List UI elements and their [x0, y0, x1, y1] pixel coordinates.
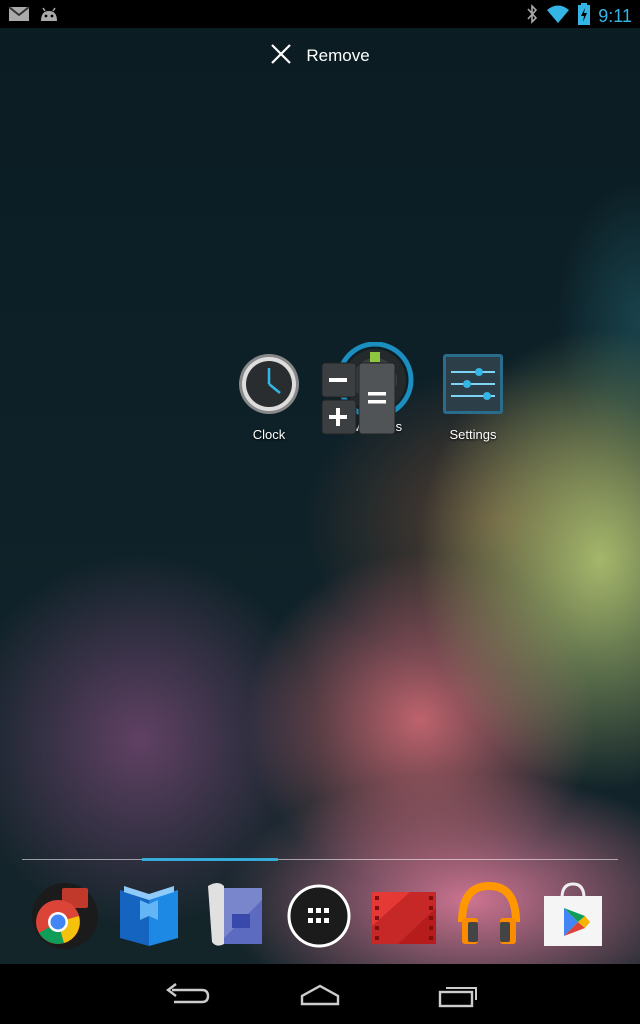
app-label: Settings [449, 427, 497, 442]
dock [0, 872, 640, 960]
battery-charging-icon [578, 3, 591, 30]
wallpaper [0, 0, 640, 964]
app-clock[interactable]: Clock [219, 352, 319, 442]
gmail-icon [8, 5, 30, 28]
dock-play-music[interactable] [456, 878, 526, 950]
dock-play-store[interactable] [540, 878, 610, 950]
home-button[interactable] [290, 978, 350, 1010]
clock-icon [237, 354, 301, 419]
play-music-icon [456, 881, 522, 954]
status-bar: 9:11 [0, 0, 640, 28]
play-magazines-icon [204, 883, 268, 954]
remove-label: Remove [306, 46, 370, 65]
page-indicator-active [142, 858, 278, 861]
dock-play-movies[interactable] [370, 878, 440, 950]
close-icon [270, 43, 292, 70]
play-movies-icon [370, 892, 438, 954]
calculator-icon [321, 362, 397, 442]
dock-chrome[interactable] [30, 878, 100, 950]
play-books-icon [116, 886, 182, 954]
back-button[interactable] [154, 978, 214, 1010]
recent-apps-icon [428, 987, 488, 1014]
clock-time: 9:11 [598, 6, 632, 26]
chrome-icon [30, 883, 100, 954]
recent-apps-button[interactable] [428, 978, 488, 1010]
dock-play-magazines[interactable] [204, 878, 274, 950]
dock-play-books[interactable] [116, 878, 186, 950]
dock-all-apps[interactable] [286, 878, 356, 950]
home-icon [290, 984, 350, 1014]
remove-drop-target[interactable]: Remove [0, 36, 640, 76]
page-indicator [22, 858, 618, 861]
app-settings[interactable]: Settings [423, 352, 523, 442]
app-label: Clock [252, 427, 286, 442]
settings-icon [441, 354, 505, 419]
play-store-icon [540, 882, 606, 954]
navigation-bar [0, 964, 640, 1024]
bluetooth-icon [526, 4, 538, 29]
dragged-app[interactable] [321, 360, 397, 443]
wifi-icon [546, 4, 570, 29]
android-debug-icon [38, 5, 60, 28]
all-apps-icon [286, 884, 352, 954]
back-icon [154, 983, 214, 1014]
